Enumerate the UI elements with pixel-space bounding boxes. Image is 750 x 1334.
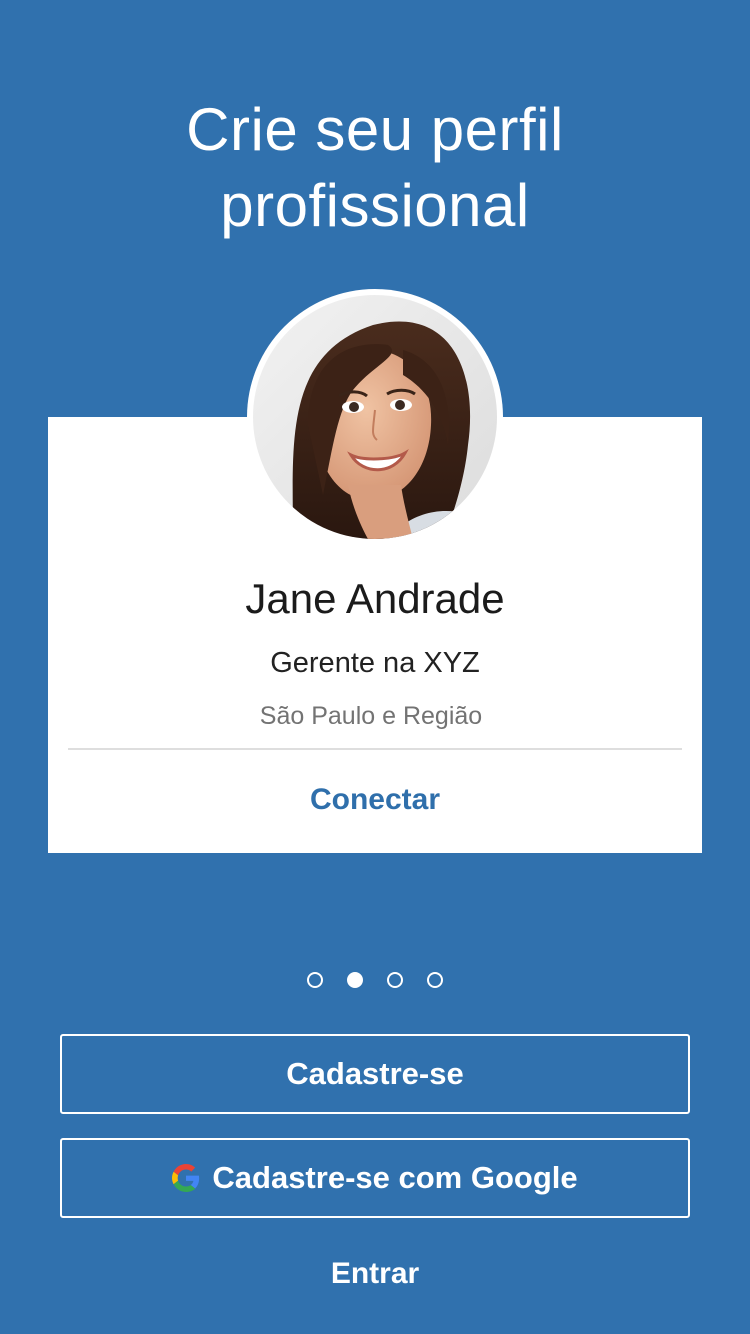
profile-name: Jane Andrade	[245, 575, 505, 622]
page-indicator	[0, 972, 750, 988]
card-divider	[68, 748, 682, 750]
profile-photo	[253, 295, 497, 539]
google-signup-label: Cadastre-se com Google	[212, 1160, 578, 1195]
profile-job-title: Gerente na XYZ	[270, 647, 480, 679]
connect-button[interactable]: Conectar	[0, 781, 750, 819]
avatar	[247, 289, 503, 545]
page-dot-3[interactable]	[387, 972, 403, 988]
google-icon	[172, 1164, 200, 1192]
page-dot-1[interactable]	[307, 972, 323, 988]
page-dot-2[interactable]	[347, 972, 363, 988]
page-title-line2: profissional	[220, 172, 530, 239]
signin-link[interactable]: Entrar	[0, 1255, 750, 1293]
page-title: Crie seu perfil profissional	[0, 92, 750, 244]
google-signup-button[interactable]: Cadastre-se com Google	[60, 1138, 690, 1218]
signup-button[interactable]: Cadastre-se	[60, 1034, 690, 1114]
page-dot-4[interactable]	[427, 972, 443, 988]
signup-button-label: Cadastre-se	[286, 1056, 464, 1091]
profile-location: São Paulo e Região	[259, 702, 483, 730]
page-title-line1: Crie seu perfil	[186, 96, 564, 163]
